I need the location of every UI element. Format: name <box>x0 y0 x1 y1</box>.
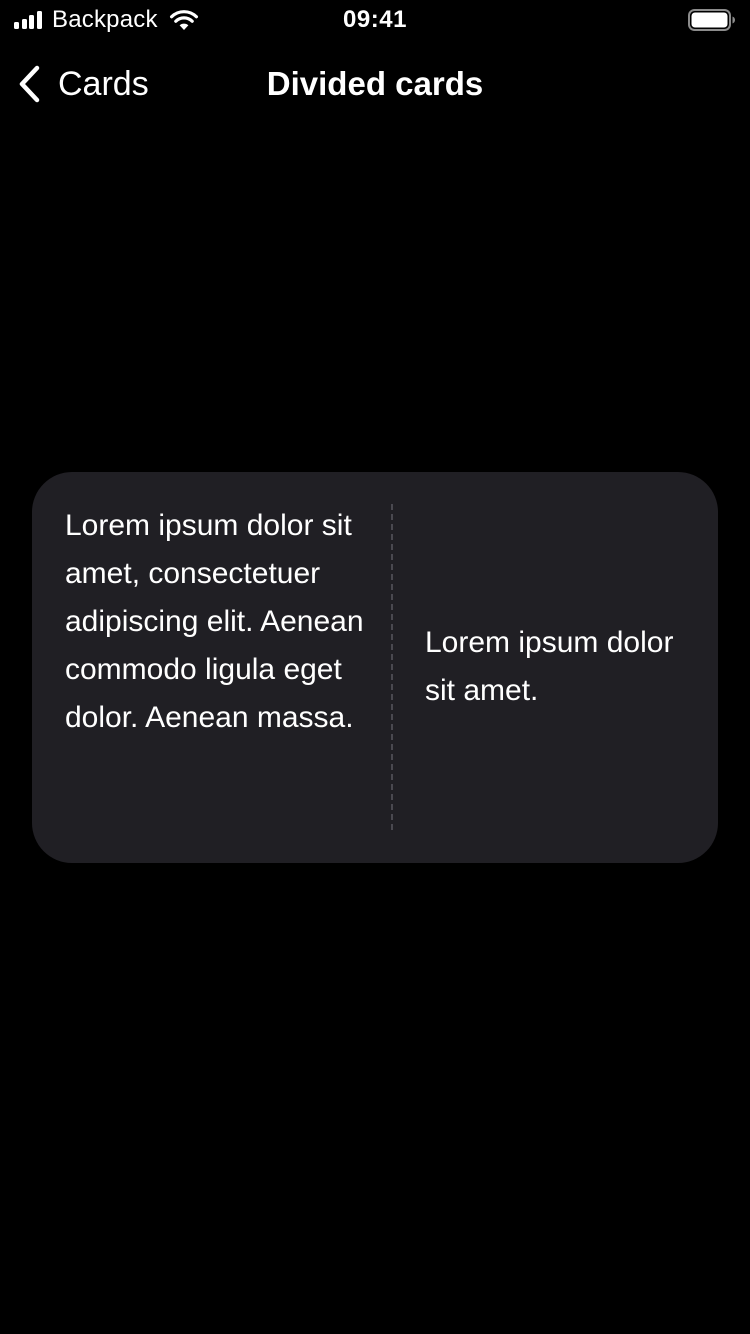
page-title: Divided cards <box>266 65 484 102</box>
status-bar: Backpack 09:41 <box>0 0 750 40</box>
card-divider <box>391 504 393 830</box>
navigation-bar: Cards Divided cards <box>0 40 750 128</box>
divided-card: Lorem ipsum dolor sit amet, consectetuer… <box>32 472 718 863</box>
battery-full-icon <box>688 9 735 31</box>
card-primary-text: Lorem ipsum dolor sit amet, consectetuer… <box>65 509 364 734</box>
card-secondary-text: Lorem ipsum dolor sit amet. <box>425 626 674 707</box>
status-time: 09:41 <box>343 6 407 33</box>
